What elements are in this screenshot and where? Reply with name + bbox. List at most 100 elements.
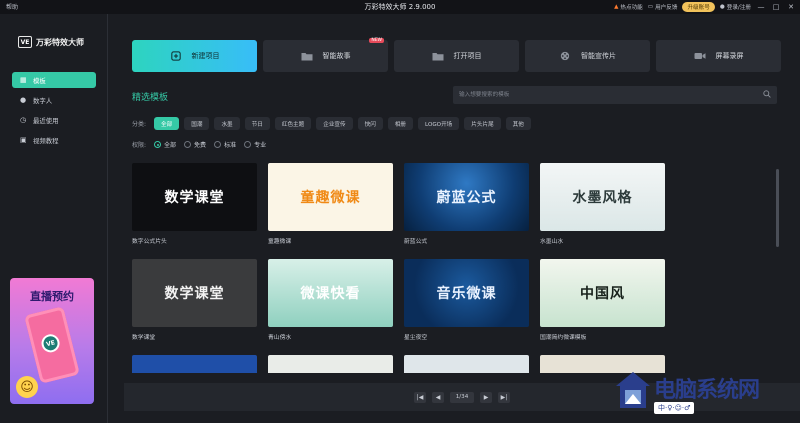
sidebar-item-templates[interactable]: ▦ 模板 (12, 72, 96, 88)
perm-radio-standard[interactable]: 标准 (214, 140, 236, 149)
filter-chip[interactable]: 快闪 (357, 117, 383, 130)
template-card[interactable] (404, 355, 529, 373)
template-card[interactable]: 微课快看 青山傍水 (268, 259, 393, 341)
template-card[interactable]: 水墨风格 水墨山水 (540, 163, 665, 245)
filter-chip[interactable]: 其他 (505, 117, 531, 130)
filter-chip[interactable]: 红色主题 (274, 117, 312, 130)
radio-label: 专业 (254, 142, 267, 149)
template-card[interactable]: 数学课堂 数学课堂 (132, 259, 257, 341)
template-thumbnail[interactable]: 数学课堂 (132, 163, 257, 231)
category-filters: 分类: 全部 国潮 水墨 节日 红色主题 企业宣传 快闪 相册 LOGO开场 片… (132, 117, 531, 130)
filter-chip[interactable]: 国潮 (184, 117, 210, 130)
house-logo-icon (616, 372, 650, 408)
watermark-text: 电脑系统网 (654, 378, 760, 403)
feedback-label: 用户反馈 (655, 5, 678, 11)
search-icon[interactable] (763, 90, 771, 98)
smart-story-button[interactable]: 智能故事 NEW (263, 38, 388, 72)
filter-chip[interactable]: 片头片尾 (464, 117, 501, 130)
flame-icon: ▲ (614, 4, 619, 10)
login-label: 登录/注册 (726, 5, 751, 11)
next-page-button[interactable]: ▶ (480, 391, 492, 403)
template-name: 青山傍水 (268, 335, 292, 341)
template-card[interactable]: 中国风 国潮简约微课模板 (540, 259, 665, 341)
template-grid: 数学课堂 数字公式片头 童趣微课 童趣微课 蔚蓝公式 蔚蓝公式 水墨风格 水墨山… (132, 163, 672, 373)
live-booking-banner[interactable]: 直播预约 VE ☺ (10, 278, 94, 404)
last-page-button[interactable]: ▶| (498, 391, 510, 403)
template-card[interactable]: 童趣微课 童趣微课 (268, 163, 393, 245)
open-project-label: 打开项目 (453, 52, 482, 60)
plus-icon (170, 51, 181, 61)
hot-features-label: 热点功能 (620, 5, 643, 11)
open-project-button[interactable]: 打开项目 (394, 40, 519, 72)
template-card[interactable] (268, 355, 393, 373)
thumbnail-title: 中国风 (580, 286, 625, 302)
hot-features-button[interactable]: ▲ 热点功能 (614, 3, 643, 11)
sidebar-item-recent[interactable]: ◷ 最近使用 (12, 112, 96, 128)
template-thumbnail[interactable]: 中国风 (540, 259, 665, 327)
template-thumbnail[interactable] (132, 355, 257, 373)
feedback-button[interactable]: ▭ 用户反馈 (648, 3, 678, 11)
search-input[interactable] (453, 86, 753, 104)
thumbnail-title: 微课快看 (300, 286, 361, 302)
tutorial-icon: ▣ (20, 135, 27, 144)
template-thumbnail[interactable]: 童趣微课 (268, 163, 393, 231)
upgrade-button[interactable]: 升级账号 (682, 2, 715, 12)
perm-radio-pro[interactable]: 专业 (244, 140, 266, 149)
smart-promo-button[interactable]: 智能宣传片 (525, 40, 650, 72)
app-logo: VE 万彩特效大师 (18, 36, 84, 48)
radio-dot (214, 141, 222, 148)
new-project-label: 新建项目 (191, 52, 220, 60)
perm-radio-all[interactable]: 全部 (154, 140, 176, 149)
template-thumbnail[interactable] (268, 355, 393, 373)
filter-chip[interactable]: 企业宣传 (316, 117, 353, 130)
user-icon: ● (719, 4, 725, 10)
template-thumbnail[interactable]: 音乐微课 (404, 259, 529, 327)
maximize-button[interactable]: □ (771, 3, 781, 11)
template-name: 数字公式片头 (132, 239, 167, 245)
template-thumbnail[interactable]: 水墨风格 (540, 163, 665, 231)
template-search (453, 86, 777, 104)
template-thumbnail[interactable]: 数学课堂 (132, 259, 257, 327)
template-thumbnail[interactable]: 微课快看 (268, 259, 393, 327)
thumbnail-title: 数学课堂 (164, 190, 225, 206)
perm-radio-free[interactable]: 免费 (184, 140, 206, 149)
filter-chip[interactable]: LOGO开场 (418, 117, 460, 130)
template-icon: ▦ (20, 75, 27, 84)
folder-icon (301, 53, 312, 61)
title-bar-actions: ▲ 热点功能 ▭ 用户反馈 升级账号 ● 登录/注册 — □ ✕ (614, 1, 796, 13)
filter-chip[interactable]: 节日 (244, 117, 270, 130)
thumbnail-title: 蔚蓝公式 (436, 190, 497, 206)
template-name: 国潮简约微课模板 (540, 335, 587, 341)
sidebar-item-digital-human[interactable]: ● 数字人 (12, 92, 96, 108)
thumbnail-title: 音乐微课 (436, 286, 497, 302)
close-button[interactable]: ✕ (786, 3, 796, 11)
prev-page-button[interactable]: ◀ (432, 391, 444, 403)
scrollbar-thumb[interactable] (776, 169, 779, 247)
template-card[interactable]: 数学课堂 数字公式片头 (132, 163, 257, 245)
permission-filters: 权限: 全部 免费 标准 专业 (132, 140, 266, 149)
title-bar: 帮助 万彩特效大师 2.9.000 ▲ 热点功能 ▭ 用户反馈 升级账号 ● 登… (0, 0, 800, 14)
filter-chip[interactable]: 相册 (387, 117, 414, 130)
site-watermark: 电脑系统网 中·♀·☺·♂ (608, 366, 800, 423)
radio-dot (184, 141, 192, 148)
sidebar-item-label: 模板 (33, 76, 46, 85)
minimize-button[interactable]: — (756, 3, 766, 11)
screen-record-button[interactable]: 屏幕录屏 (656, 40, 781, 72)
template-card[interactable]: 蔚蓝公式 蔚蓝公式 (404, 163, 529, 245)
sidebar: VE 万彩特效大师 ▦ 模板 ● 数字人 ◷ 最近使用 ▣ 视频教程 直播预约 … (0, 14, 108, 423)
new-project-button[interactable]: 新建项目 (132, 40, 257, 72)
login-button[interactable]: ● 登录/注册 (720, 3, 751, 11)
sidebar-item-tutorials[interactable]: ▣ 视频教程 (12, 132, 96, 148)
first-page-button[interactable]: |◀ (414, 391, 426, 403)
template-card[interactable]: 音乐微课 星尘夜空 (404, 259, 529, 341)
template-thumbnail[interactable]: 蔚蓝公式 (404, 163, 529, 231)
new-badge: NEW (369, 38, 384, 43)
sidebar-item-label: 最近使用 (33, 116, 59, 125)
template-name: 数学课堂 (132, 335, 156, 341)
filter-chip-all[interactable]: 全部 (154, 117, 180, 130)
page-indicator[interactable]: 1/34 (450, 391, 474, 403)
template-card[interactable] (132, 355, 257, 373)
filter-chip[interactable]: 水墨 (214, 117, 240, 130)
template-thumbnail[interactable] (404, 355, 529, 373)
camera-icon (694, 53, 705, 59)
